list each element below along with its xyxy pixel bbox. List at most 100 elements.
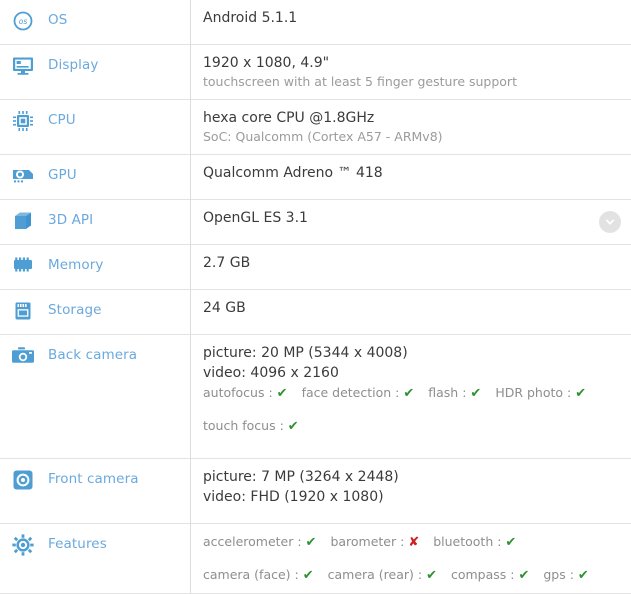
spec-label-cell-storage: Storage (0, 290, 191, 335)
spec-row-back-camera: Back camera picture: 20 MP (5344 x 4008)… (0, 335, 631, 459)
spec-label-storage: Storage (48, 299, 102, 321)
feature-item: barometer : ✘ (330, 534, 419, 549)
storage-size: 24 GB (203, 298, 621, 318)
feature-name: face detection : (302, 385, 404, 400)
gear-icon (10, 533, 36, 557)
feature-name: flash : (428, 385, 470, 400)
feature-name: barometer : (330, 534, 408, 549)
back-camera-features-line-2: touch focus : ✔ (203, 416, 621, 436)
features-line-1: accelerometer : ✔ barometer : ✘ bluetooth … (203, 532, 621, 552)
spec-label-cell-back-camera: Back camera (0, 335, 191, 459)
spec-label-back-camera: Back camera (48, 344, 137, 366)
display-touch-note: touchscreen with at least 5 finger gestu… (203, 73, 621, 91)
feature-item: HDR photo : ✔ (495, 385, 586, 400)
spec-value-cell-back-camera: picture: 20 MP (5344 x 4008) video: 4096… (191, 335, 631, 459)
cpu-chip-icon (10, 109, 36, 133)
gpu-model: Qualcomm Adreno ™ 418 (203, 163, 621, 183)
feature-item: compass : ✔ (451, 567, 529, 582)
check-icon: ✔ (518, 568, 529, 583)
back-camera-video: video: 4096 x 2160 (203, 363, 621, 383)
feature-item: bluetooth : ✔ (433, 534, 516, 549)
spec-label-os: OS (48, 9, 67, 31)
back-camera-picture: picture: 20 MP (5344 x 4008) (203, 343, 621, 363)
spec-label-cell-gpu: GPU (0, 155, 191, 200)
feature-item: face detection : ✔ (302, 385, 415, 400)
cpu-soc: SoC: Qualcomm (Cortex A57 - ARMv8) (203, 128, 621, 146)
check-icon: ✔ (575, 386, 586, 401)
spec-value-cell-gpu: Qualcomm Adreno ™ 418 (191, 155, 631, 200)
spec-label-cell-cpu: CPU (0, 100, 191, 155)
feature-name: touch focus : (203, 418, 288, 433)
monitor-icon (10, 54, 36, 78)
feature-name: HDR photo : (495, 385, 575, 400)
feature-name: camera (face) : (203, 567, 303, 582)
feature-item: accelerometer : ✔ (203, 534, 316, 549)
memory-size: 2.7 GB (203, 253, 621, 273)
svg-text:os: os (19, 17, 28, 26)
spec-row-features: Features accelerometer : ✔barometer : ✘b… (0, 524, 631, 594)
spec-label-cell-front-camera: Front camera (0, 459, 191, 524)
spec-value-cell-memory: 2.7 GB (191, 245, 631, 290)
expand-3d-api-button[interactable] (599, 211, 621, 233)
feature-name: compass : (451, 567, 518, 582)
display-resolution: 1920 x 1080, 4.9" (203, 53, 621, 73)
spec-label-cell-features: Features (0, 524, 191, 594)
3d-api-version: OpenGL ES 3.1 (203, 208, 621, 228)
chevron-down-icon (604, 213, 616, 232)
spec-row-gpu: GPU Qualcomm Adreno ™ 418 (0, 155, 631, 200)
feature-name: camera (rear) : (328, 567, 426, 582)
spec-label-gpu: GPU (48, 164, 77, 186)
spec-value-cell-cpu: hexa core CPU @1.8GHz SoC: Qualcomm (Cor… (191, 100, 631, 155)
spec-row-os: os OS Android 5.1.1 (0, 0, 631, 45)
spec-row-3d-api: 3D API OpenGL ES 3.1 (0, 200, 631, 245)
feature-name: accelerometer : (203, 534, 306, 549)
check-icon: ✔ (426, 568, 437, 583)
spec-value-cell-display: 1920 x 1080, 4.9" touchscreen with at le… (191, 45, 631, 100)
camera-icon (10, 344, 36, 368)
check-icon: ✔ (470, 386, 481, 401)
check-icon: ✔ (505, 535, 516, 550)
spec-label-front-camera: Front camera (48, 468, 139, 490)
device-specs-table: os OS Android 5.1.1 (0, 0, 631, 594)
spec-label-cell-memory: Memory (0, 245, 191, 290)
features-line-2: camera (face) : ✔camera (rear) : ✔compas… (203, 565, 621, 585)
memory-module-icon (10, 254, 36, 278)
feature-item: gps : ✔ (543, 567, 588, 582)
spec-value-cell-os: Android 5.1.1 (191, 0, 631, 45)
spec-row-front-camera: Front camera picture: 7 MP (3264 x 2448)… (0, 459, 631, 524)
spec-value-cell-storage: 24 GB (191, 290, 631, 335)
feature-item: autofocus : ✔ (203, 385, 288, 400)
front-camera-video: video: FHD (1920 x 1080) (203, 487, 621, 507)
graphics-card-icon (10, 164, 36, 188)
cube-icon (10, 209, 36, 233)
check-icon: ✔ (303, 568, 314, 583)
spec-label-cell-3d-api: 3D API (0, 200, 191, 245)
spec-label-cell-display: Display (0, 45, 191, 100)
spec-label-features: Features (48, 533, 107, 555)
feature-item: flash : ✔ (428, 385, 481, 400)
spec-row-display: Display 1920 x 1080, 4.9" touchscreen wi… (0, 45, 631, 100)
feature-item: touch focus : ✔ (203, 418, 299, 433)
feature-item: camera (rear) : ✔ (328, 567, 437, 582)
check-icon: ✔ (403, 386, 414, 401)
feature-name: autofocus : (203, 385, 277, 400)
os-badge-icon: os (10, 9, 36, 33)
cross-icon: ✘ (408, 535, 419, 550)
spec-row-memory: Memory 2.7 GB (0, 245, 631, 290)
check-icon: ✔ (578, 568, 589, 583)
spec-value-cell-features: accelerometer : ✔ barometer : ✘ bluetooth … (191, 524, 631, 594)
spec-label-3d-api: 3D API (48, 209, 93, 231)
feature-name: bluetooth : (433, 534, 505, 549)
feature-name: gps : (543, 567, 578, 582)
spec-label-memory: Memory (48, 254, 104, 276)
os-version: Android 5.1.1 (203, 8, 621, 28)
feature-item: camera (face) : ✔ (203, 567, 314, 582)
spec-value-cell-3d-api: OpenGL ES 3.1 (191, 200, 631, 245)
check-icon: ✔ (306, 535, 317, 550)
spec-label-display: Display (48, 54, 98, 76)
front-camera-icon (10, 468, 36, 492)
spec-value-cell-front-camera: picture: 7 MP (3264 x 2448) video: FHD (… (191, 459, 631, 524)
front-camera-picture: picture: 7 MP (3264 x 2448) (203, 467, 621, 487)
storage-card-icon (10, 299, 36, 323)
back-camera-features-line-1: autofocus : ✔face detection : ✔flash : ✔… (203, 383, 621, 403)
